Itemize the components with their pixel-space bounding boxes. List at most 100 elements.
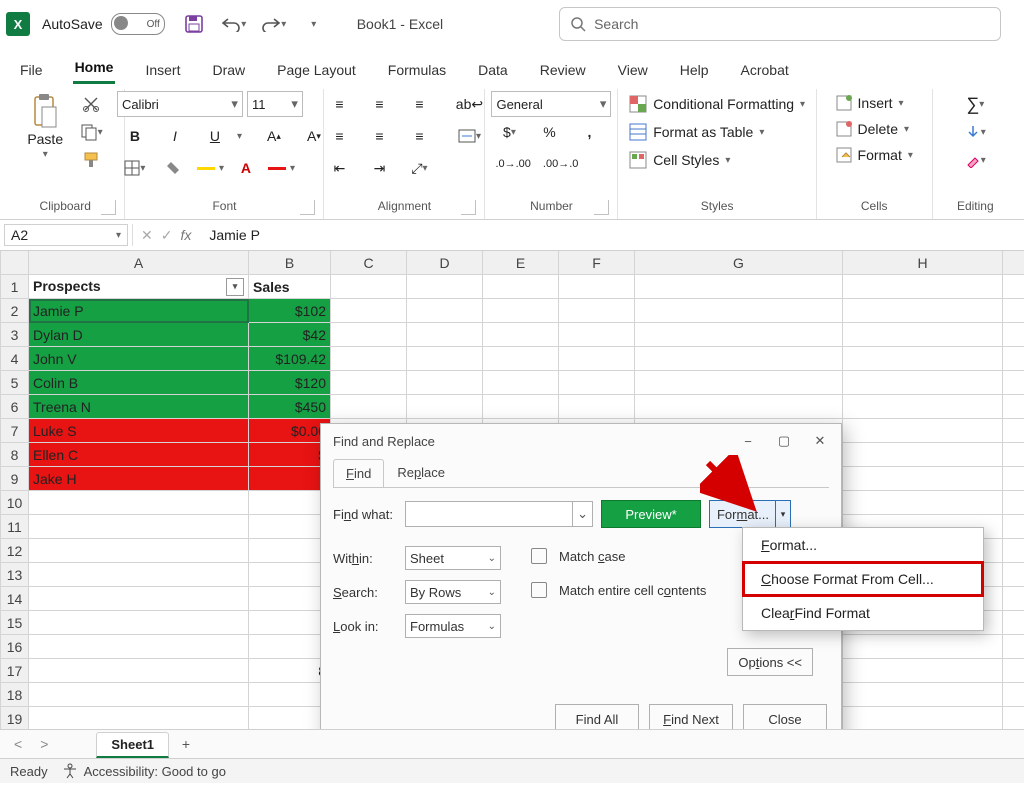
align-center[interactable]: ≡	[361, 123, 397, 149]
cell-styles[interactable]: Cell Styles▾	[625, 149, 734, 171]
align-left[interactable]: ≡	[321, 123, 357, 149]
formula-input[interactable]: Jamie P	[199, 227, 1024, 243]
insert-cells[interactable]: Insert▾	[832, 93, 908, 113]
conditional-formatting[interactable]: Conditional Formatting▾	[625, 93, 809, 115]
tab-data[interactable]: Data	[476, 56, 510, 84]
decrease-decimal[interactable]: .00→.0	[539, 151, 582, 177]
qat-customize[interactable]: ▾	[297, 7, 331, 41]
menu-format[interactable]: Format...	[743, 528, 983, 562]
copy-button[interactable]: ▾	[73, 119, 109, 145]
redo-button[interactable]: ▾	[257, 7, 291, 41]
search-box[interactable]: Search	[559, 7, 1001, 41]
find-next-button[interactable]: Find Next	[649, 704, 733, 729]
options-button[interactable]: Options <<	[727, 648, 813, 676]
tab-formulas[interactable]: Formulas	[386, 56, 448, 84]
autosave[interactable]: AutoSave Off	[42, 13, 165, 35]
number-launcher[interactable]	[594, 200, 609, 215]
format-as-table[interactable]: Format as Table▾	[625, 121, 768, 143]
sheet-tab-sheet1[interactable]: Sheet1	[96, 732, 169, 758]
align-top[interactable]: ≡	[321, 91, 357, 117]
paste-button[interactable]: Paste ▾	[21, 91, 69, 162]
merge-center[interactable]: ▾	[451, 123, 487, 149]
match-case-checkbox[interactable]: Match case	[531, 548, 706, 564]
underline-button[interactable]: U	[197, 123, 233, 149]
find-all-button[interactable]: Find All	[555, 704, 639, 729]
grid-row[interactable]: 6Treena N$450	[1, 395, 1024, 419]
search-combo[interactable]: By Rows⌄	[405, 580, 501, 604]
cut-button[interactable]	[73, 91, 109, 117]
fill-color-button[interactable]	[157, 155, 193, 181]
save-button[interactable]	[177, 7, 211, 41]
fill-menu[interactable]: ▾	[957, 119, 993, 145]
tab-acrobat[interactable]: Acrobat	[739, 56, 791, 84]
accounting-format[interactable]: $▾	[491, 119, 527, 145]
grid-row[interactable]: 1Prospects▾Sales	[1, 275, 1024, 299]
format-button[interactable]: Format... ▾	[709, 500, 791, 528]
increase-indent[interactable]: ⇥	[361, 155, 397, 181]
tab-review[interactable]: Review	[538, 56, 588, 84]
close-icon[interactable]: ✕	[803, 428, 837, 454]
format-split-arrow[interactable]: ▾	[775, 501, 790, 527]
clear-menu[interactable]: ▾	[957, 147, 993, 173]
font-size-combo[interactable]: 11▾	[247, 91, 303, 117]
enter-icon[interactable]: ✓	[161, 227, 173, 244]
align-bottom[interactable]: ≡	[401, 91, 437, 117]
increase-decimal[interactable]: .0→.00	[491, 151, 534, 177]
minimize-icon[interactable]: −	[731, 428, 765, 454]
worksheet-grid[interactable]: ABC DEF GHI 1Prospects▾Sales2Jamie P$102…	[0, 251, 1024, 729]
number-format-combo[interactable]: General▾	[491, 91, 611, 117]
column-headers[interactable]: ABC DEF GHI	[1, 251, 1024, 275]
dialog-title[interactable]: Find and Replace − ▢ ✕	[321, 424, 841, 458]
sheet-nav-next[interactable]: >	[34, 734, 54, 754]
tab-insert[interactable]: Insert	[143, 56, 182, 84]
filter-icon[interactable]: ▾	[226, 278, 244, 296]
name-box[interactable]: A2▾	[4, 224, 128, 246]
increase-font-button[interactable]: A▴	[256, 123, 292, 149]
add-sheet-button[interactable]: +	[175, 733, 197, 755]
clipboard-launcher[interactable]	[101, 200, 116, 215]
orientation[interactable]: ⤢▾	[401, 155, 437, 181]
delete-cells[interactable]: Delete▾	[832, 119, 914, 139]
within-combo[interactable]: Sheet⌄	[405, 546, 501, 570]
font-launcher[interactable]	[300, 200, 315, 215]
autosum[interactable]: ∑▾	[957, 91, 993, 117]
close-button[interactable]: Close	[743, 704, 827, 729]
undo-button[interactable]: ▾	[217, 7, 251, 41]
tab-help[interactable]: Help	[678, 56, 711, 84]
font-color-button[interactable]: A	[228, 155, 264, 181]
fx-icon[interactable]: fx	[180, 227, 191, 243]
alignment-launcher[interactable]	[461, 200, 476, 215]
match-entire-checkbox[interactable]: Match entire cell contents	[531, 582, 706, 598]
maximize-icon[interactable]: ▢	[767, 428, 801, 454]
tab-view[interactable]: View	[616, 56, 650, 84]
format-cells[interactable]: Format▾	[832, 145, 917, 165]
tab-file[interactable]: File	[18, 56, 45, 84]
format-painter-button[interactable]	[73, 147, 109, 173]
replace-tab[interactable]: Replace	[384, 458, 458, 487]
find-tab[interactable]: Find	[333, 459, 384, 488]
grid-row[interactable]: 5Colin B$120	[1, 371, 1024, 395]
wrap-text[interactable]: ab↩	[451, 91, 487, 117]
menu-clear-find-format[interactable]: Clear Find Format	[743, 596, 983, 630]
cancel-icon[interactable]: ✕	[141, 227, 153, 244]
tab-draw[interactable]: Draw	[210, 56, 247, 84]
percent-format[interactable]: %	[531, 119, 567, 145]
menu-choose-format-from-cell[interactable]: Choose Format From Cell...	[743, 562, 983, 596]
grid-row[interactable]: 4John V$109.42	[1, 347, 1024, 371]
font-name-combo[interactable]: Calibri▾	[117, 91, 243, 117]
lookin-combo[interactable]: Formulas⌄	[405, 614, 501, 638]
find-what-input[interactable]: ⌄	[405, 501, 593, 527]
comma-format[interactable]: ,	[571, 119, 607, 145]
autosave-toggle[interactable]: Off	[111, 13, 165, 35]
borders-button[interactable]: ▾	[117, 155, 153, 181]
sheet-nav-prev[interactable]: <	[8, 734, 28, 754]
align-right[interactable]: ≡	[401, 123, 437, 149]
grid-row[interactable]: 2Jamie P$102	[1, 299, 1024, 323]
accessibility-status[interactable]: Accessibility: Good to go	[62, 763, 226, 779]
decrease-indent[interactable]: ⇤	[321, 155, 357, 181]
bold-button[interactable]: B	[117, 123, 153, 149]
tab-home[interactable]: Home	[73, 53, 116, 84]
italic-button[interactable]: I	[157, 123, 193, 149]
align-middle[interactable]: ≡	[361, 91, 397, 117]
grid-row[interactable]: 3Dylan D$42	[1, 323, 1024, 347]
